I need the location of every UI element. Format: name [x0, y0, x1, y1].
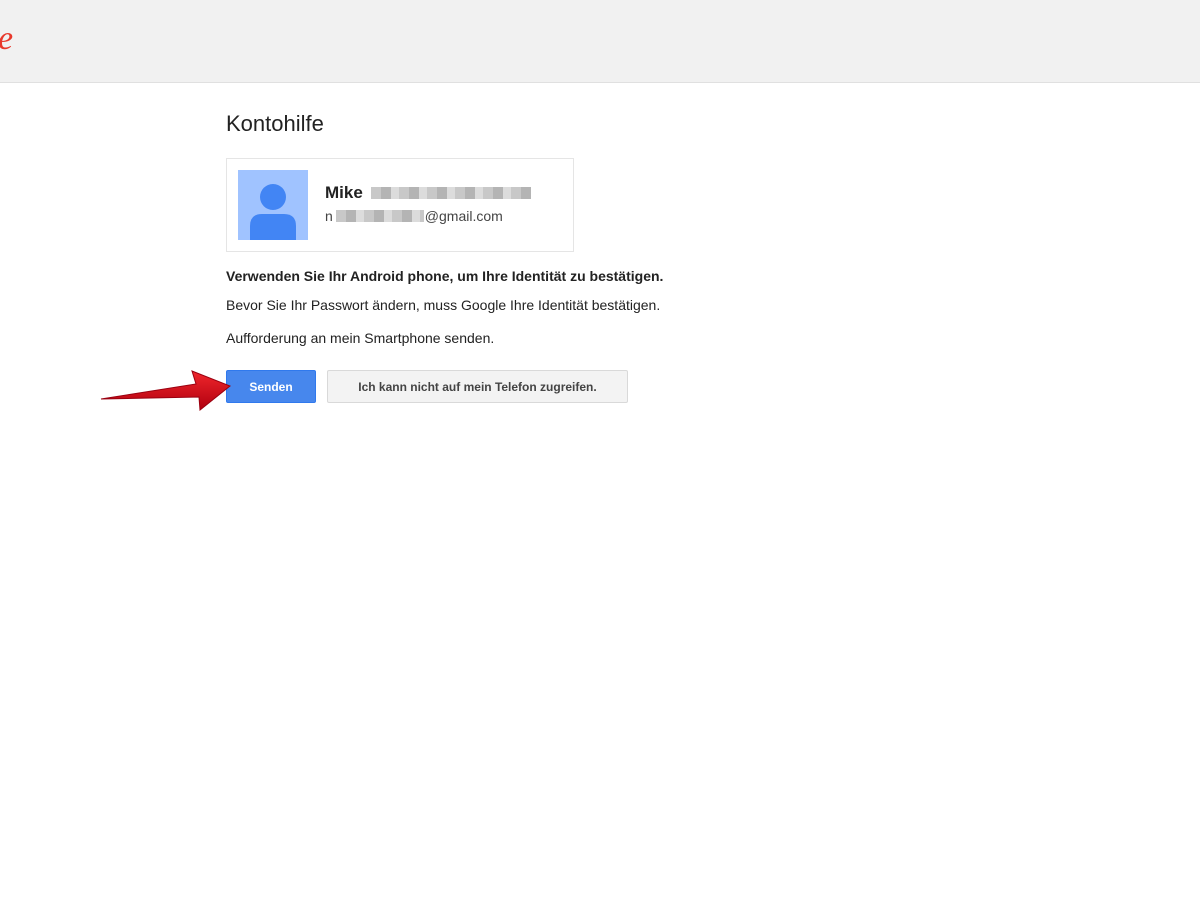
- instruction-text: Bevor Sie Ihr Passwort ändern, muss Goog…: [226, 297, 661, 313]
- account-email-prefix: n: [325, 208, 333, 224]
- page-header: e: [0, 0, 1200, 83]
- no-phone-access-button[interactable]: Ich kann nicht auf mein Telefon zugreife…: [327, 370, 628, 403]
- account-email-domain: @gmail.com: [424, 208, 503, 224]
- avatar-icon: [238, 170, 308, 240]
- account-card: Mike n @gmail.com: [226, 158, 574, 252]
- account-name: Mike: [325, 183, 363, 202]
- redacted-email: [335, 210, 424, 222]
- send-button[interactable]: Senden: [226, 370, 316, 403]
- redacted-surname: [370, 187, 531, 199]
- account-name-row: Mike: [325, 183, 531, 203]
- red-arrow-annotation-icon: [100, 370, 231, 411]
- google-logo-fragment[interactable]: e: [0, 22, 13, 56]
- instruction-heading: Verwenden Sie Ihr Android phone, um Ihre…: [226, 268, 664, 284]
- account-help-content: Kontohilfe Mike n @gmail.com Verwenden S…: [226, 108, 926, 403]
- prompt-text: Aufforderung an mein Smartphone senden.: [226, 330, 495, 346]
- account-email-row: n @gmail.com: [325, 207, 503, 225]
- page-title: Kontohilfe: [226, 111, 324, 136]
